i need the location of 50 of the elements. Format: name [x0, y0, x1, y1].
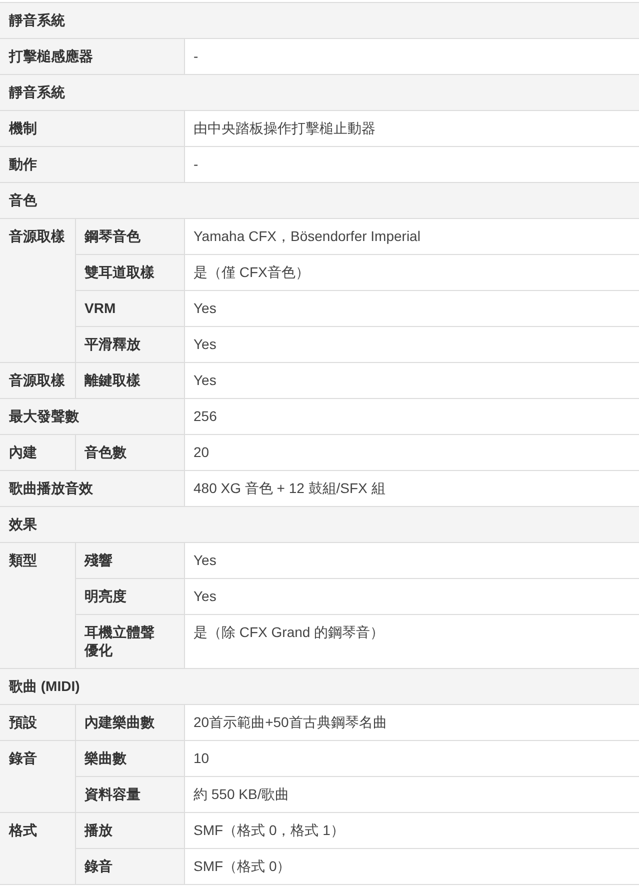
spec-label: 離鍵取樣: [75, 362, 184, 398]
group-label: 預設: [0, 704, 75, 740]
spec-value: Yes: [184, 542, 639, 578]
group-label: 錄音: [0, 740, 75, 812]
section-heading: 靜音系統: [0, 2, 639, 38]
spec-label: 機制: [0, 110, 184, 146]
spec-value: 256: [184, 398, 639, 434]
spec-value: 是（僅 CFX音色）: [184, 254, 639, 290]
spec-value: 10: [184, 740, 639, 776]
section-heading: 歌曲 (MIDI): [0, 668, 639, 704]
spec-value: Yes: [184, 578, 639, 614]
spec-label: 動作: [0, 146, 184, 182]
spec-value: Yes: [184, 326, 639, 362]
spec-value: -: [184, 38, 639, 74]
spec-label: 音色數: [75, 434, 184, 470]
spec-label: 內建樂曲數: [75, 704, 184, 740]
spec-value: 480 XG 音色 + 12 鼓組/SFX 組: [184, 470, 639, 506]
spec-label: 打擊槌感應器: [0, 38, 184, 74]
spec-label: 平滑釋放: [75, 326, 184, 362]
spec-label: 資料容量: [75, 776, 184, 812]
group-label: 音源取樣: [0, 362, 75, 398]
spec-value: 由中央踏板操作打擊槌止動器: [184, 110, 639, 146]
spec-value: -: [184, 146, 639, 182]
spec-label: 歌曲播放音效: [0, 470, 184, 506]
spec-label: 鋼琴音色: [75, 218, 184, 254]
spec-value: Yes: [184, 290, 639, 326]
spec-label: 殘響: [75, 542, 184, 578]
spec-label: 播放: [75, 812, 184, 848]
spec-value: Yes: [184, 362, 639, 398]
spec-value: 約 550 KB/歌曲: [184, 776, 639, 812]
spec-label: 耳機立體聲優化: [75, 614, 184, 668]
spec-label: 最大發聲數: [0, 398, 184, 434]
spec-value: 是（除 CFX Grand 的鋼琴音）: [184, 614, 639, 668]
spec-label: 錄音: [75, 848, 184, 884]
spec-label: 雙耳道取樣: [75, 254, 184, 290]
group-label: 格式: [0, 812, 75, 884]
spec-label: VRM: [75, 290, 184, 326]
spec-label: 樂曲數: [75, 740, 184, 776]
group-label: 音源取樣: [0, 218, 75, 362]
spec-value: SMF（格式 0，格式 1）: [184, 812, 639, 848]
spec-label: 明亮度: [75, 578, 184, 614]
group-label: 類型: [0, 542, 75, 668]
spec-value: 20首示範曲+50首古典鋼琴名曲: [184, 704, 639, 740]
section-heading: 音色: [0, 182, 639, 218]
spec-value: SMF（格式 0）: [184, 848, 639, 884]
group-label: 內建: [0, 434, 75, 470]
spec-value: Yamaha CFX，Bösendorfer Imperial: [184, 218, 639, 254]
spec-value: 20: [184, 434, 639, 470]
section-heading: 靜音系統: [0, 74, 639, 110]
section-heading: 效果: [0, 506, 639, 542]
